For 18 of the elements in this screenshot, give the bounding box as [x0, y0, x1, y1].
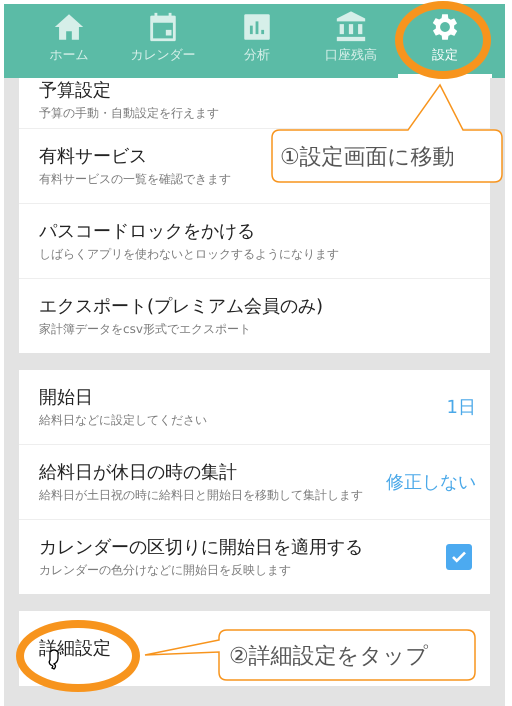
bank-icon [334, 10, 368, 44]
setting-description: しばらくアプリを使わないとロックするようになります [39, 246, 339, 263]
setting-description: 有料サービスの一覧を確認できます [39, 171, 231, 188]
callout-text: ①設定画面に移動 [280, 144, 455, 172]
setting-description: 家計簿データをcsv形式でエクスポート [39, 321, 251, 338]
setting-title[interactable]: 有料サービス [39, 144, 147, 170]
setting-title[interactable]: 給料日が休日の時の集計 [39, 460, 237, 486]
setting-title[interactable]: 開始日 [39, 385, 93, 411]
setting-description: 予算の手動・自動設定を行えます [39, 105, 219, 122]
setting-description: 給料日などに設定してください [39, 412, 207, 429]
setting-title[interactable]: エクスポート(プレミアム会員のみ) [39, 294, 324, 320]
setting-title[interactable]: パスコードロックをかける [39, 219, 255, 245]
checkbox[interactable] [446, 544, 472, 570]
setting-title[interactable]: カレンダーの区切りに開始日を適用する [39, 535, 363, 561]
setting-description: カレンダーの色分けなどに開始日を反映します [39, 562, 291, 579]
setting-description: 給料日が土日祝の時に給料日と開始日を移動して集計します [39, 487, 363, 504]
callout-text: ②詳細設定をタップ [229, 643, 429, 671]
setting-title[interactable]: 予算設定 [39, 78, 111, 104]
